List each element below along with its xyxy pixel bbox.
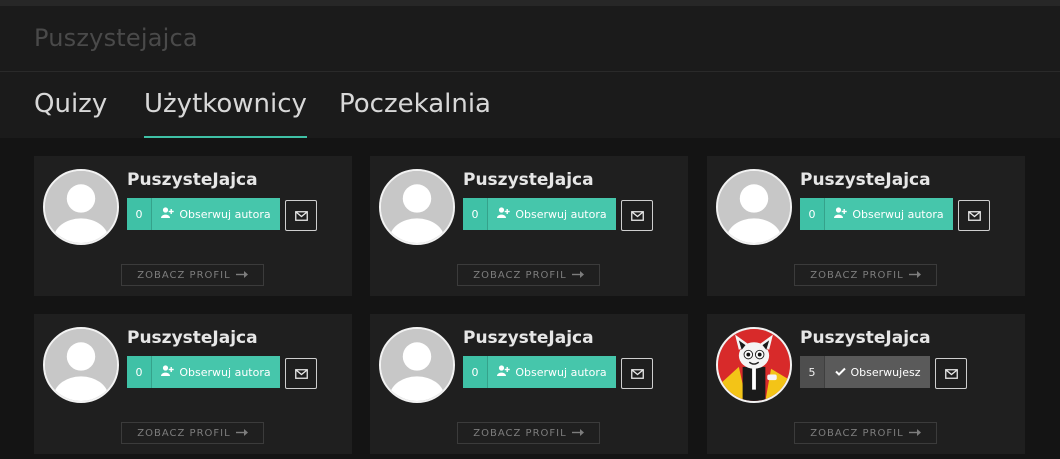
page-title: Puszystejajca bbox=[34, 24, 198, 52]
message-button[interactable] bbox=[285, 358, 317, 389]
username[interactable]: PuszysteJajca bbox=[127, 170, 258, 190]
tab-bar: Quizy Użytkownicy Poczekalnia bbox=[0, 72, 1060, 138]
tab-uzytkownicy[interactable]: Użytkownicy bbox=[144, 89, 307, 138]
view-profile-label: ZOBACZ PROFIL bbox=[137, 427, 231, 439]
avatar[interactable] bbox=[716, 169, 792, 245]
view-profile-label: ZOBACZ PROFIL bbox=[810, 269, 904, 281]
follow-label: Obserwuj autora bbox=[179, 365, 271, 379]
username[interactable]: PuszysteJajca bbox=[800, 170, 931, 190]
follow-group: 0 Obserwuj autora bbox=[127, 356, 280, 388]
view-profile-button[interactable]: ZOBACZ PROFIL bbox=[121, 264, 264, 286]
arrow-right-icon bbox=[235, 428, 248, 439]
username[interactable]: PuszysteJajca bbox=[463, 170, 594, 190]
page-header: Puszystejajca bbox=[0, 6, 1060, 72]
tab-quizy[interactable]: Quizy bbox=[34, 89, 107, 138]
envelope-icon bbox=[294, 364, 308, 383]
arrow-right-icon bbox=[908, 428, 921, 439]
follow-label: Obserwuj autora bbox=[515, 207, 607, 221]
user-plus-icon bbox=[834, 207, 848, 221]
check-icon bbox=[834, 366, 846, 379]
view-profile-button[interactable]: ZOBACZ PROFIL bbox=[794, 422, 937, 444]
follow-group: 0 Obserwuj autora bbox=[463, 356, 616, 388]
follow-label: Obserwuj autora bbox=[179, 207, 271, 221]
envelope-icon bbox=[630, 364, 644, 383]
view-profile-button[interactable]: ZOBACZ PROFIL bbox=[794, 264, 937, 286]
user-card: PuszysteJajca 5 Obserwujesz ZOBACZ PROFIL bbox=[707, 314, 1025, 454]
follow-author-button[interactable]: Obserwuj autora bbox=[825, 198, 953, 230]
message-button[interactable] bbox=[621, 200, 653, 231]
follow-group: 0 Obserwuj autora bbox=[127, 198, 280, 230]
tab-poczekalnia[interactable]: Poczekalnia bbox=[339, 89, 491, 138]
follow-label: Obserwuj autora bbox=[852, 207, 944, 221]
view-profile-label: ZOBACZ PROFIL bbox=[810, 427, 904, 439]
follow-author-button[interactable]: Obserwuj autora bbox=[488, 356, 616, 388]
username[interactable]: PuszysteJajca bbox=[463, 328, 594, 348]
follow-author-button[interactable]: Obserwuj autora bbox=[152, 198, 280, 230]
user-plus-icon bbox=[161, 207, 175, 221]
arrow-right-icon bbox=[571, 270, 584, 281]
follower-count: 0 bbox=[463, 356, 488, 388]
message-button[interactable] bbox=[621, 358, 653, 389]
user-plus-icon bbox=[497, 365, 511, 379]
message-button[interactable] bbox=[935, 358, 967, 389]
follow-label: Obserwujesz bbox=[850, 365, 921, 379]
follow-group: 0 Obserwuj autora bbox=[463, 198, 616, 230]
arrow-right-icon bbox=[571, 428, 584, 439]
follower-count: 0 bbox=[127, 198, 152, 230]
avatar[interactable] bbox=[379, 327, 455, 403]
view-profile-button[interactable]: ZOBACZ PROFIL bbox=[121, 422, 264, 444]
follower-count: 0 bbox=[463, 198, 488, 230]
user-card: PuszysteJajca 0 Obserwuj autora ZOBACZ PROF… bbox=[34, 314, 352, 454]
view-profile-button[interactable]: ZOBACZ PROFIL bbox=[457, 264, 600, 286]
follower-count: 0 bbox=[127, 356, 152, 388]
username[interactable]: PuszysteJajca bbox=[800, 328, 931, 348]
message-button[interactable] bbox=[285, 200, 317, 231]
following-button[interactable]: Obserwujesz bbox=[825, 356, 930, 388]
view-profile-label: ZOBACZ PROFIL bbox=[473, 269, 567, 281]
user-plus-icon bbox=[161, 365, 175, 379]
message-button[interactable] bbox=[958, 200, 990, 231]
follow-group: 5 Obserwujesz bbox=[800, 356, 930, 388]
user-card: PuszysteJajca 0 Obserwuj autora ZOBACZ PROF… bbox=[34, 156, 352, 296]
follow-author-button[interactable]: Obserwuj autora bbox=[488, 198, 616, 230]
avatar[interactable] bbox=[43, 327, 119, 403]
envelope-icon bbox=[967, 206, 981, 225]
user-plus-icon bbox=[497, 207, 511, 221]
arrow-right-icon bbox=[908, 270, 921, 281]
follow-author-button[interactable]: Obserwuj autora bbox=[152, 356, 280, 388]
follower-count: 5 bbox=[800, 356, 825, 388]
avatar[interactable] bbox=[43, 169, 119, 245]
follow-group: 0 Obserwuj autora bbox=[800, 198, 953, 230]
envelope-icon bbox=[630, 206, 644, 225]
user-card: PuszysteJajca 0 Obserwuj autora ZOBACZ PROF… bbox=[707, 156, 1025, 296]
user-card: PuszysteJajca 0 Obserwuj autora ZOBACZ PROF… bbox=[370, 156, 688, 296]
avatar[interactable] bbox=[716, 327, 792, 403]
view-profile-label: ZOBACZ PROFIL bbox=[137, 269, 231, 281]
envelope-icon bbox=[294, 206, 308, 225]
username[interactable]: PuszysteJajca bbox=[127, 328, 258, 348]
envelope-icon bbox=[944, 364, 958, 383]
avatar[interactable] bbox=[379, 169, 455, 245]
view-profile-button[interactable]: ZOBACZ PROFIL bbox=[457, 422, 600, 444]
follower-count: 0 bbox=[800, 198, 825, 230]
view-profile-label: ZOBACZ PROFIL bbox=[473, 427, 567, 439]
arrow-right-icon bbox=[235, 270, 248, 281]
user-card: PuszysteJajca 0 Obserwuj autora ZOBACZ PROF… bbox=[370, 314, 688, 454]
follow-label: Obserwuj autora bbox=[515, 365, 607, 379]
